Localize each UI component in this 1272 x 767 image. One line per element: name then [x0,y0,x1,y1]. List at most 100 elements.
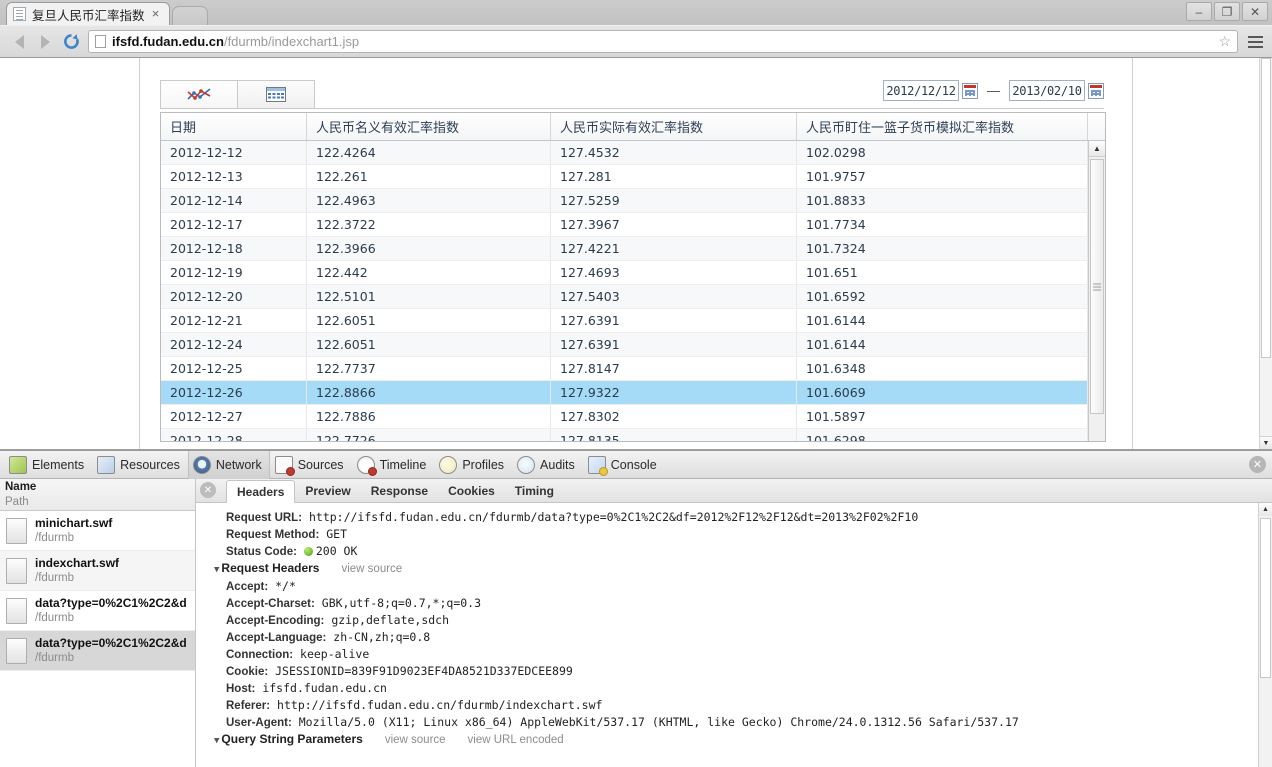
audits-icon [517,455,536,474]
elements-icon [9,455,27,474]
request-path: /fdurmb [35,612,74,624]
status-code-line: Status Code: 200 OK [214,543,1272,560]
tab-cookies[interactable]: Cookies [438,479,505,502]
cell-reer: 127.5259 [551,189,797,212]
table-view-tab[interactable] [237,80,315,108]
chart-view-tab[interactable] [160,80,238,108]
scroll-up-icon[interactable]: ▲ [1259,503,1272,516]
section-title: Request Headers [221,561,320,575]
reload-icon [63,34,79,49]
detail-scrollbar[interactable]: ▲ ▼ [1258,503,1272,767]
detail-scrollbar-thumb[interactable] [1260,518,1271,678]
tab-timing[interactable]: Timing [505,479,564,502]
address-bar[interactable]: ifsfd.fudan.edu.cn/fdurmb/indexchart1.js… [88,30,1238,53]
cell-reer: 127.5403 [551,285,797,308]
request-path: /fdurmb [35,652,74,664]
devtools-body: Name Path minichart.swf /fdurmb indexcha… [0,479,1272,767]
table-row[interactable]: 2012-12-20 122.5101 127.5403 101.6592 [161,285,1105,309]
table-row[interactable]: 2012-12-27 122.7886 127.8302 101.5897 [161,405,1105,429]
request-name: data?type=0%2C1%2C2&d [35,636,187,650]
devtools-tab-timeline[interactable]: Timeline [352,451,435,479]
table-row[interactable]: 2012-12-24 122.6051 127.6391 101.6144 [161,333,1105,357]
page-right-gutter [1134,58,1259,449]
header-value[interactable]: http://ifsfd.fudan.edu.cn/fdurmb/indexch… [277,698,602,712]
devtools-tab-network[interactable]: Network [187,450,270,479]
request-name: indexchart.swf [35,556,120,570]
maximize-icon[interactable]: ❐ [1214,2,1240,21]
tab-headers[interactable]: Headers [226,480,296,503]
tab-preview[interactable]: Preview [295,479,360,502]
cell-reer: 127.8302 [551,405,797,428]
scrollbar-thumb[interactable] [1090,159,1104,414]
date-from-input[interactable]: 2012/12/12 [883,80,959,101]
request-headers-section[interactable]: ▼ Request Headers view source [214,560,1272,578]
table-row[interactable]: 2012-12-12 122.4264 127.4532 102.0298 [161,141,1105,165]
back-button[interactable] [6,29,32,55]
minimize-icon[interactable]: – [1186,2,1212,21]
section-title: Query String Parameters [221,732,363,746]
table-row[interactable]: 2012-12-14 122.4963 127.5259 101.8833 [161,189,1105,213]
calendar-icon-from[interactable] [962,82,978,99]
request-path: /fdurmb [35,572,74,584]
list-item[interactable]: indexchart.swf /fdurmb [0,551,195,591]
detail-close-icon[interactable]: ✕ [200,482,216,498]
cell-date: 2012-12-17 [161,213,307,236]
request-name: minichart.swf [35,516,113,530]
list-item[interactable]: minichart.swf /fdurmb [0,511,195,551]
column-header-basket[interactable]: 人民币盯住一篮子货币模拟汇率指数 [797,113,1088,140]
window-close-icon[interactable]: ✕ [1242,2,1268,21]
reload-button[interactable] [58,29,84,55]
page-scrollbar-thumb[interactable] [1261,58,1271,358]
request-path: /fdurmb [35,532,74,544]
header-key: Accept-Charset: [226,598,315,610]
cell-basket: 101.6069 [797,381,1088,404]
close-icon[interactable]: × [149,7,163,21]
column-header-reer[interactable]: 人民币实际有效汇率指数 [551,113,797,140]
page-scroll-down-icon[interactable]: ▼ [1260,436,1272,449]
table-row[interactable]: 2012-12-19 122.442 127.4693 101.651 [161,261,1105,285]
scroll-up-icon[interactable]: ▲ [1089,141,1105,157]
view-source-link[interactable]: view source [341,563,402,575]
table-row[interactable]: 2012-12-13 122.261 127.281 101.9757 [161,165,1105,189]
page-scrollbar[interactable]: ▼ [1259,58,1272,449]
devtools-tab-label: Sources [297,457,344,472]
table-row[interactable]: 2012-12-17 122.3722 127.3967 101.7734 [161,213,1105,237]
column-header-date[interactable]: 日期 [161,113,307,140]
forward-button[interactable] [32,29,58,55]
devtools-tab-profiles[interactable]: Profiles [434,451,512,479]
tab-response[interactable]: Response [361,479,438,502]
table-row[interactable]: 2012-12-18 122.3966 127.4221 101.7324 [161,237,1105,261]
table-row-selected[interactable]: 2012-12-26 122.8866 127.9322 101.6069 [161,381,1105,405]
request-list: minichart.swf /fdurmb indexchart.swf /fd… [0,511,195,767]
cell-neer: 122.3966 [307,237,551,260]
header-item: Accept: */* [214,578,1272,595]
table-row[interactable]: 2012-12-28 122.7726 127.8135 101.6298 [161,429,1105,441]
cell-basket: 101.6144 [797,333,1088,356]
devtools-close-icon[interactable]: ✕ [1249,456,1266,473]
request-url-value[interactable]: http://ifsfd.fudan.edu.cn/fdurmb/data?ty… [309,510,918,524]
view-source-link[interactable]: view source [385,734,446,746]
browser-tab[interactable]: 复旦人民币汇率指数 × [6,2,170,25]
devtools-tab-sources[interactable]: Sources [270,451,352,479]
query-string-section[interactable]: ▼ Query String Parameters view source view … [214,731,1272,749]
cell-basket: 101.651 [797,261,1088,284]
table-vertical-scrollbar[interactable]: ▲ [1088,141,1105,441]
browser-menu-button[interactable] [1244,31,1266,53]
view-url-encoded-link[interactable]: view URL encoded [468,734,564,746]
devtools-tab-resources[interactable]: Resources [92,451,188,479]
table-row[interactable]: 2012-12-25 122.7737 127.8147 101.6348 [161,357,1105,381]
list-item-selected[interactable]: data?type=0%2C1%2C2&d /fdurmb [0,631,195,671]
devtools-tab-label: Network [215,457,262,472]
date-to-input[interactable]: 2013/02/10 [1009,80,1085,101]
devtools-tab-audits[interactable]: Audits [512,451,583,479]
new-tab-button[interactable] [171,6,208,25]
line-chart-icon [187,88,211,100]
list-item[interactable]: data?type=0%2C1%2C2&d /fdurmb [0,591,195,631]
calendar-icon-to[interactable] [1088,82,1104,99]
devtools-tab-elements[interactable]: Elements [4,451,92,479]
cell-basket: 101.6592 [797,285,1088,308]
table-row[interactable]: 2012-12-21 122.6051 127.6391 101.6144 [161,309,1105,333]
bookmark-star-icon[interactable]: ☆ [1218,33,1231,50]
devtools-tab-console[interactable]: Console [583,451,665,479]
column-header-neer[interactable]: 人民币名义有效汇率指数 [307,113,551,140]
